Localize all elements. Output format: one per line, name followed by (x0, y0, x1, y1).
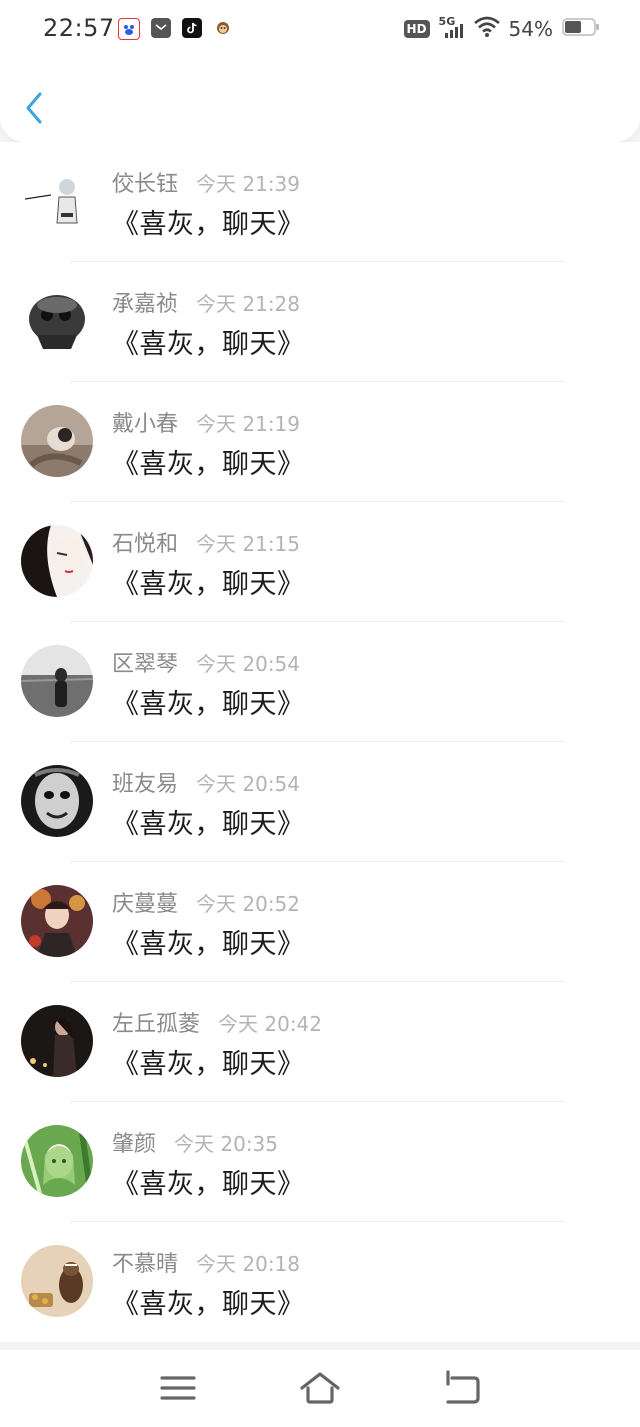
message-item[interactable]: 不慕晴 今天 20:18 《喜灰，聊天》 (0, 1222, 640, 1342)
menu-button[interactable] (156, 1368, 200, 1408)
message-text: 《喜灰，聊天》 (112, 449, 305, 480)
avatar[interactable] (21, 1005, 93, 1077)
avatar[interactable] (21, 645, 93, 717)
message-time: 今天 20:54 (196, 772, 301, 796)
message-item[interactable]: 石悦和 今天 21:15 《喜灰，聊天》 (0, 502, 640, 622)
back-nav-button[interactable] (440, 1368, 484, 1408)
notification-icons (118, 18, 233, 40)
message-time: 今天 21:39 (196, 172, 301, 196)
message-text: 《喜灰，聊天》 (112, 809, 305, 840)
message-meta: 石悦和 今天 21:15 (112, 526, 300, 558)
message-time: 今天 20:54 (196, 652, 301, 676)
sender-name: 承嘉祯 (112, 292, 179, 317)
avatar[interactable] (21, 1245, 93, 1317)
avatar[interactable] (21, 165, 93, 237)
mail-app-icon (151, 18, 171, 38)
message-text: 《喜灰，聊天》 (112, 929, 305, 960)
avatar[interactable] (21, 1125, 93, 1197)
menu-icon (160, 1376, 196, 1400)
message-time: 今天 21:15 (196, 532, 301, 556)
message-meta: 承嘉祯 今天 21:28 (112, 286, 300, 318)
sender-name: 戴小春 (112, 412, 179, 437)
sender-name: 石悦和 (112, 532, 179, 557)
message-text: 《喜灰，聊天》 (112, 1289, 305, 1320)
message-meta: 佼长钰 今天 21:39 (112, 166, 300, 198)
message-text: 《喜灰，聊天》 (112, 1049, 305, 1080)
message-text: 《喜灰，聊天》 (112, 1169, 305, 1200)
avatar[interactable] (21, 885, 93, 957)
signal-icon: 5G (439, 15, 465, 40)
back-icon (446, 1370, 480, 1404)
header-bar: 22:57 HD 5G 54% (0, 0, 640, 142)
message-item[interactable]: 戴小春 今天 21:19 《喜灰，聊天》 (0, 382, 640, 502)
monkey-app-icon (213, 18, 233, 38)
battery-icon (562, 17, 600, 41)
message-item[interactable]: 承嘉祯 今天 21:28 《喜灰，聊天》 (0, 262, 640, 382)
message-meta: 左丘孤菱 今天 20:42 (112, 1006, 322, 1038)
message-time: 今天 20:35 (174, 1132, 279, 1156)
battery-percent: 54% (508, 17, 553, 41)
message-time: 今天 20:52 (196, 892, 301, 916)
home-icon (300, 1372, 340, 1404)
status-bar: 22:57 HD 5G 54% (0, 0, 640, 60)
message-text: 《喜灰，聊天》 (112, 569, 305, 600)
chevron-left-icon (26, 92, 42, 124)
sender-name: 庆蔓蔓 (112, 892, 179, 917)
message-meta: 不慕晴 今天 20:18 (112, 1246, 300, 1278)
sender-name: 区翠琴 (112, 652, 179, 677)
message-meta: 区翠琴 今天 20:54 (112, 646, 300, 678)
message-list[interactable]: 佼长钰 今天 21:39 《喜灰，聊天》 承嘉祯 今天 21:28 《喜灰，聊天… (0, 142, 640, 1342)
sender-name: 左丘孤菱 (112, 1012, 201, 1037)
back-button[interactable] (20, 88, 52, 128)
avatar[interactable] (21, 405, 93, 477)
message-meta: 肇颜 今天 20:35 (112, 1126, 278, 1158)
message-item[interactable]: 班友易 今天 20:54 《喜灰，聊天》 (0, 742, 640, 862)
status-time: 22:57 (43, 14, 115, 42)
message-text: 《喜灰，聊天》 (112, 329, 305, 360)
message-text: 《喜灰，聊天》 (112, 209, 305, 240)
sender-name: 佼长钰 (112, 172, 179, 197)
home-button[interactable] (298, 1368, 342, 1408)
message-meta: 戴小春 今天 21:19 (112, 406, 300, 438)
tiktok-app-icon (182, 18, 202, 38)
avatar[interactable] (21, 765, 93, 837)
message-meta: 班友易 今天 20:54 (112, 766, 300, 798)
message-item[interactable]: 左丘孤菱 今天 20:42 《喜灰，聊天》 (0, 982, 640, 1102)
sender-name: 班友易 (112, 772, 179, 797)
message-time: 今天 21:28 (196, 292, 301, 316)
wifi-icon (473, 16, 500, 42)
baidu-app-icon (118, 18, 140, 40)
message-time: 今天 20:18 (196, 1252, 301, 1276)
avatar[interactable] (21, 285, 93, 357)
avatar[interactable] (21, 525, 93, 597)
status-indicators: HD 5G 54% (403, 15, 600, 42)
message-item[interactable]: 区翠琴 今天 20:54 《喜灰，聊天》 (0, 622, 640, 742)
message-item[interactable]: 庆蔓蔓 今天 20:52 《喜灰，聊天》 (0, 862, 640, 982)
message-time: 今天 21:19 (196, 412, 301, 436)
message-meta: 庆蔓蔓 今天 20:52 (112, 886, 300, 918)
message-item[interactable]: 佼长钰 今天 21:39 《喜灰，聊天》 (0, 142, 640, 262)
navigation-bar (0, 1350, 640, 1427)
message-text: 《喜灰，聊天》 (112, 689, 305, 720)
message-item[interactable]: 肇颜 今天 20:35 《喜灰，聊天》 (0, 1102, 640, 1222)
sender-name: 不慕晴 (112, 1252, 179, 1277)
hd-badge: HD (403, 20, 430, 38)
sender-name: 肇颜 (112, 1132, 157, 1157)
message-time: 今天 20:42 (218, 1012, 323, 1036)
